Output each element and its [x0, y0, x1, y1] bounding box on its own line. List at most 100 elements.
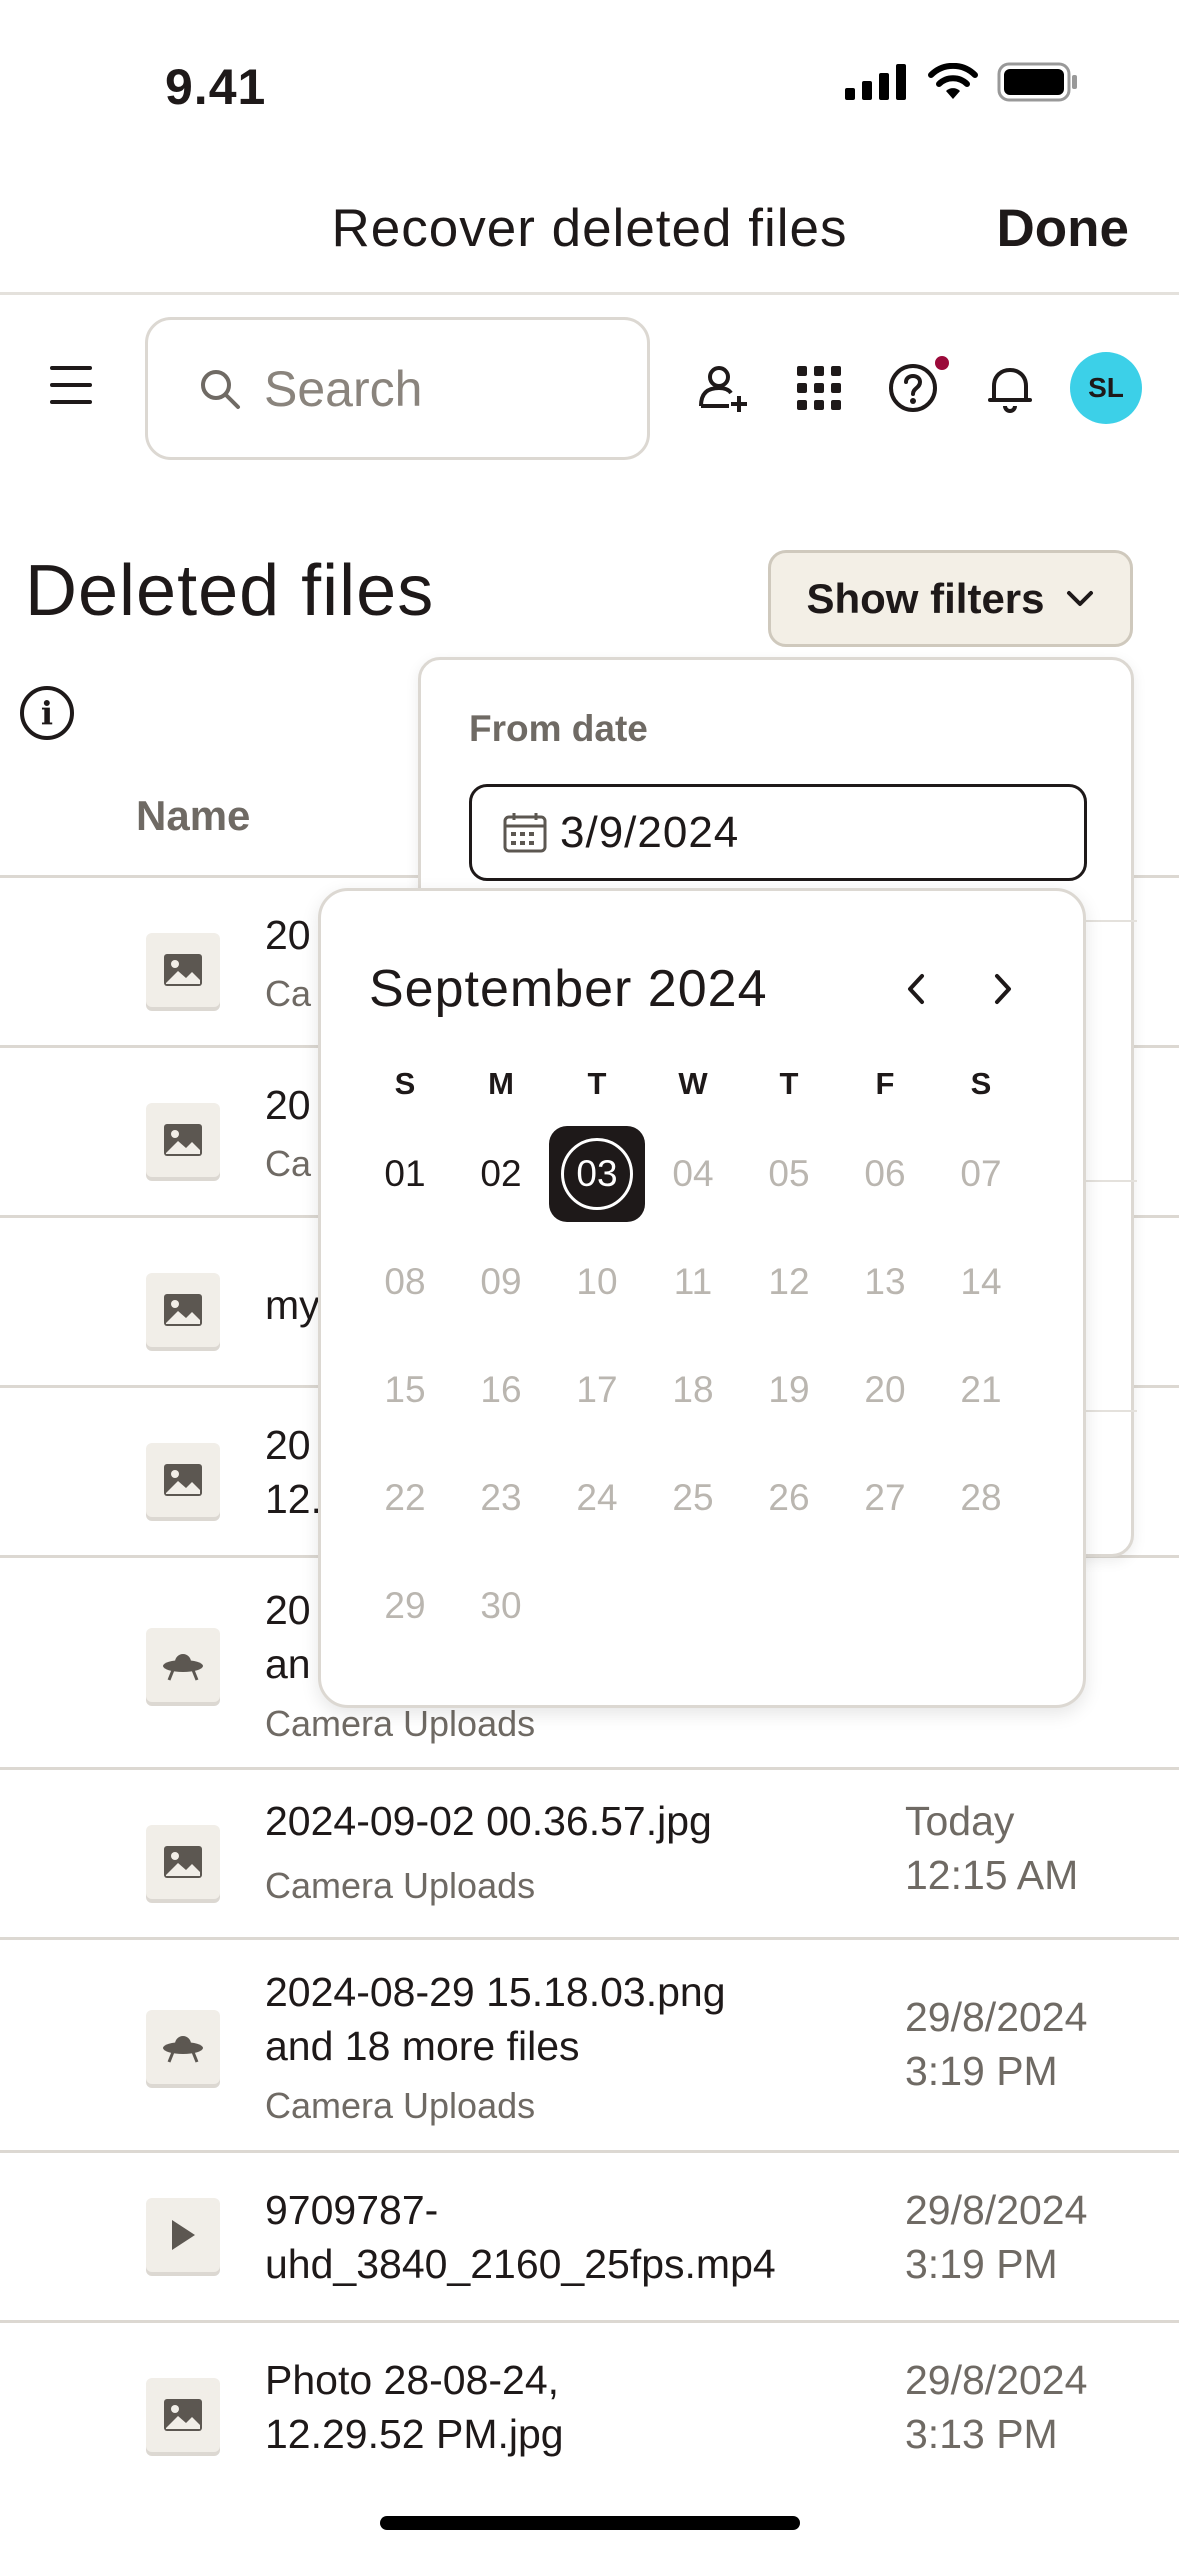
file-name: 9709787-	[265, 2187, 439, 2233]
calendar-day: 19	[768, 1369, 810, 1410]
calendar-day: 13	[864, 1261, 906, 1302]
calendar-day: 16	[480, 1369, 522, 1410]
search-box[interactable]	[145, 317, 650, 460]
calendar-month-label: September 2024	[369, 960, 768, 1018]
chevron-down-icon	[1066, 590, 1093, 606]
page-title: Deleted files	[25, 551, 435, 631]
signal-icon	[845, 64, 906, 100]
play-icon	[146, 2198, 220, 2272]
menu-icon[interactable]	[50, 366, 92, 404]
previous-month-button[interactable]	[886, 959, 946, 1019]
wifi-icon	[928, 63, 978, 99]
avatar[interactable]: SL	[1070, 352, 1142, 424]
file-name-line2: uhd_3840_2160_25fps.mp4	[265, 2241, 776, 2287]
calendar-day: 04	[672, 1153, 714, 1194]
show-filters-label: Show filters	[806, 574, 1045, 622]
file-name: Photo 28-08-24,	[265, 2357, 560, 2403]
calendar-day: 09	[480, 1261, 522, 1302]
next-month-button[interactable]	[973, 959, 1033, 1019]
chevron-left-icon	[908, 974, 924, 1004]
add-user-icon[interactable]	[697, 362, 749, 414]
calendar-day-selected[interactable]: 03	[549, 1126, 645, 1222]
help-icon[interactable]	[887, 362, 939, 414]
show-filters-button[interactable]: Show filters	[768, 550, 1133, 647]
calendar-day: 05	[768, 1153, 810, 1194]
calendar-day: 24	[576, 1477, 618, 1518]
file-time: 3:19 PM	[905, 2048, 1058, 2094]
calendar-day: 25	[672, 1477, 714, 1518]
calendar-day[interactable]: 02	[453, 1126, 549, 1222]
table-row[interactable]: 2024-08-29 15.18.03.png and 18 more file…	[0, 1937, 1179, 2150]
file-name: 2024-09-02 00.36.57.jpg	[265, 1798, 712, 1844]
file-name-line2: 12.29.52 PM.jpg	[265, 2411, 564, 2457]
image-icon	[146, 1103, 220, 1177]
file-folder: Camera Uploads	[265, 1703, 536, 1744]
weekday-header: S	[394, 1066, 416, 1101]
file-folder: Camera Uploads	[265, 1865, 536, 1906]
calendar-day: 23	[480, 1477, 522, 1518]
calendar-day: 29	[384, 1585, 426, 1626]
status-bar: 9.41	[0, 0, 1179, 160]
top-nav: SL	[0, 300, 1179, 480]
calendar-day: 11	[673, 1261, 713, 1302]
status-icons	[845, 62, 1079, 102]
home-indicator	[380, 2516, 800, 2530]
column-header-name[interactable]: Name	[136, 792, 250, 840]
calendar-day: 10	[576, 1261, 618, 1302]
bell-icon[interactable]	[984, 362, 1036, 414]
date-picker: September 2024 S M T W T F S 01 02 03 04 05 06 07 08 09…	[318, 888, 1086, 1708]
file-date: 29/8/2024	[905, 2187, 1088, 2233]
from-date-input[interactable]: 3/9/2024	[469, 784, 1087, 881]
calendar-day: 28	[960, 1477, 1002, 1518]
calendar-day: 30	[480, 1585, 522, 1626]
table-row[interactable]: 2024-09-02 00.36.57.jpg Camera Uploads T…	[0, 1767, 1179, 1937]
calendar-day: 17	[576, 1369, 618, 1410]
file-time: 3:19 PM	[905, 2241, 1058, 2287]
calendar-day: 20	[864, 1369, 906, 1410]
calendar-day[interactable]: 01	[357, 1126, 453, 1222]
file-date: Today	[905, 1798, 1015, 1844]
calendar-day: 21	[960, 1369, 1002, 1410]
file-folder: Camera Uploads	[265, 2085, 536, 2126]
calendar-day: 15	[384, 1369, 426, 1410]
file-time: 3:13 PM	[905, 2411, 1058, 2457]
table-row[interactable]: Photo 28-08-24, 12.29.52 PM.jpg 29/8/202…	[0, 2320, 1179, 2475]
search-input[interactable]	[264, 359, 564, 418]
calendar-day: 14	[960, 1261, 1002, 1302]
from-date-value: 3/9/2024	[560, 807, 740, 857]
modal-header: Recover deleted files Done	[0, 160, 1179, 295]
ufo-icon	[146, 2010, 220, 2084]
search-icon	[201, 369, 240, 409]
status-time: 9.41	[165, 59, 267, 115]
image-icon	[146, 1273, 220, 1347]
weekday-header: T	[779, 1066, 799, 1101]
done-button[interactable]: Done	[997, 198, 1130, 259]
weekday-header: T	[587, 1066, 607, 1101]
calendar-day: 18	[672, 1369, 714, 1410]
calendar-day: 12	[768, 1261, 810, 1302]
table-row[interactable]: 9709787- uhd_3840_2160_25fps.mp4 29/8/20…	[0, 2150, 1179, 2320]
calendar-day: 22	[384, 1477, 426, 1518]
image-icon	[146, 2378, 220, 2452]
image-icon	[146, 1443, 220, 1517]
calendar-day: 08	[384, 1261, 426, 1302]
calendar-icon	[503, 812, 547, 852]
calendar-day: 07	[960, 1153, 1002, 1194]
weekday-header: W	[678, 1066, 708, 1101]
calendar-day: 26	[768, 1477, 810, 1518]
info-icon[interactable]: i	[20, 686, 74, 740]
image-icon	[146, 933, 220, 1007]
calendar-day: 06	[864, 1153, 906, 1194]
from-date-label: From date	[469, 708, 648, 749]
file-date: 29/8/2024	[905, 2357, 1088, 2403]
image-icon	[146, 1825, 220, 1899]
file-name: 2024-08-29 15.18.03.png	[265, 1969, 726, 2015]
apps-grid-icon[interactable]	[793, 362, 845, 414]
file-time: 12:15 AM	[905, 1852, 1079, 1898]
file-folder: Ca	[265, 1143, 312, 1184]
weekday-header: F	[875, 1066, 895, 1101]
calendar-day: 27	[864, 1477, 906, 1518]
file-folder: Ca	[265, 973, 312, 1014]
chevron-right-icon	[995, 974, 1011, 1004]
ufo-icon	[146, 1628, 220, 1702]
